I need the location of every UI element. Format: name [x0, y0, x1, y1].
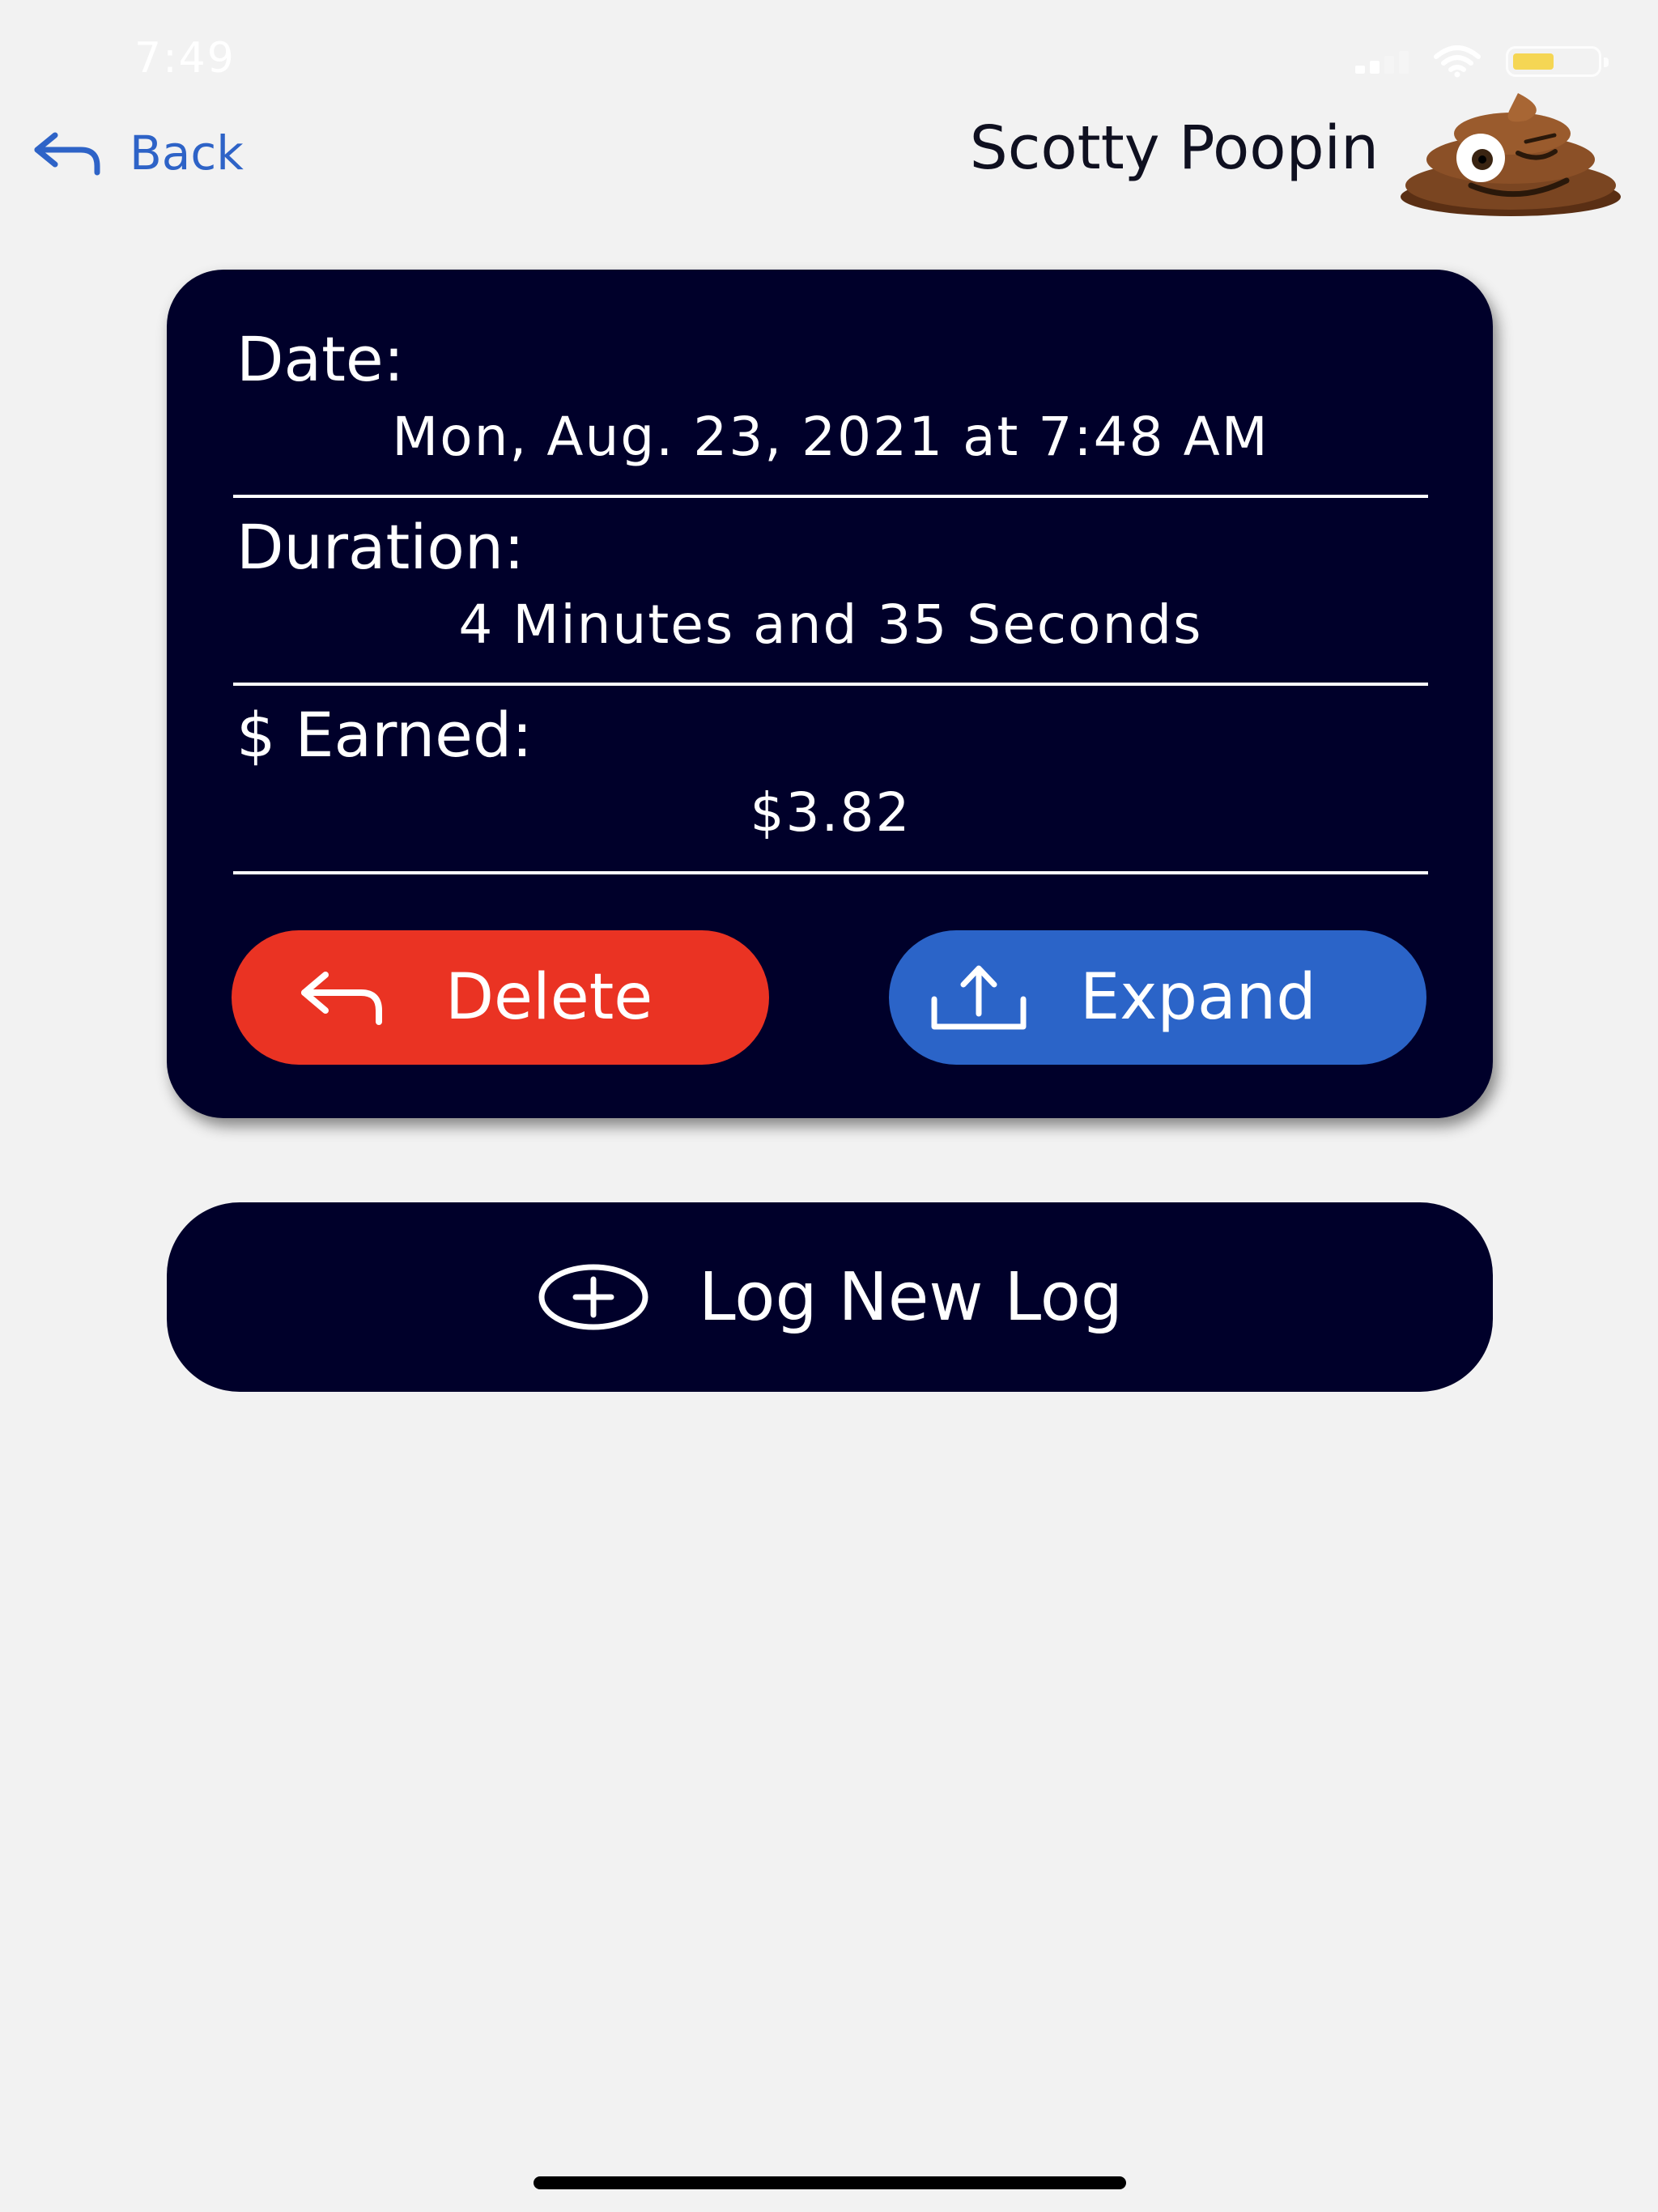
expand-label: Expand — [1080, 961, 1316, 1034]
plus-circle-icon — [538, 1264, 648, 1330]
undo-arrow-icon — [301, 972, 382, 1025]
earned-label: $ Earned: — [236, 699, 533, 771]
duration-label: Duration: — [236, 511, 525, 583]
divider — [233, 495, 1428, 498]
duration-value: 4 Minutes and 35 Seconds — [458, 593, 1203, 656]
log-new-log-button[interactable]: Log New Log — [167, 1202, 1493, 1392]
signal-icon — [1355, 49, 1409, 74]
divider — [233, 683, 1428, 686]
log-new-log-label: Log New Log — [699, 1258, 1123, 1336]
share-upload-icon — [931, 965, 1027, 1030]
status-time: 7:49 — [134, 34, 236, 83]
back-label: Back — [130, 125, 244, 181]
date-label: Date: — [236, 323, 405, 395]
back-button[interactable]: Back — [31, 125, 244, 181]
date-value: Mon, Aug. 23, 2021 at 7:48 AM — [392, 406, 1269, 468]
page-title: Scotty Poopin — [969, 113, 1379, 183]
delete-label: Delete — [445, 961, 653, 1034]
log-card: Date: Mon, Aug. 23, 2021 at 7:48 AM Dura… — [167, 270, 1493, 1118]
expand-button[interactable]: Expand — [889, 930, 1426, 1065]
home-indicator[interactable] — [534, 2176, 1126, 2189]
status-icons — [1355, 45, 1609, 78]
battery-icon — [1506, 46, 1609, 77]
wifi-icon — [1434, 45, 1481, 78]
earned-value: $3.82 — [750, 781, 912, 844]
poop-emoji-icon — [1401, 93, 1621, 216]
delete-button[interactable]: Delete — [232, 930, 769, 1065]
back-arrow-icon — [34, 132, 100, 176]
divider — [233, 871, 1428, 874]
